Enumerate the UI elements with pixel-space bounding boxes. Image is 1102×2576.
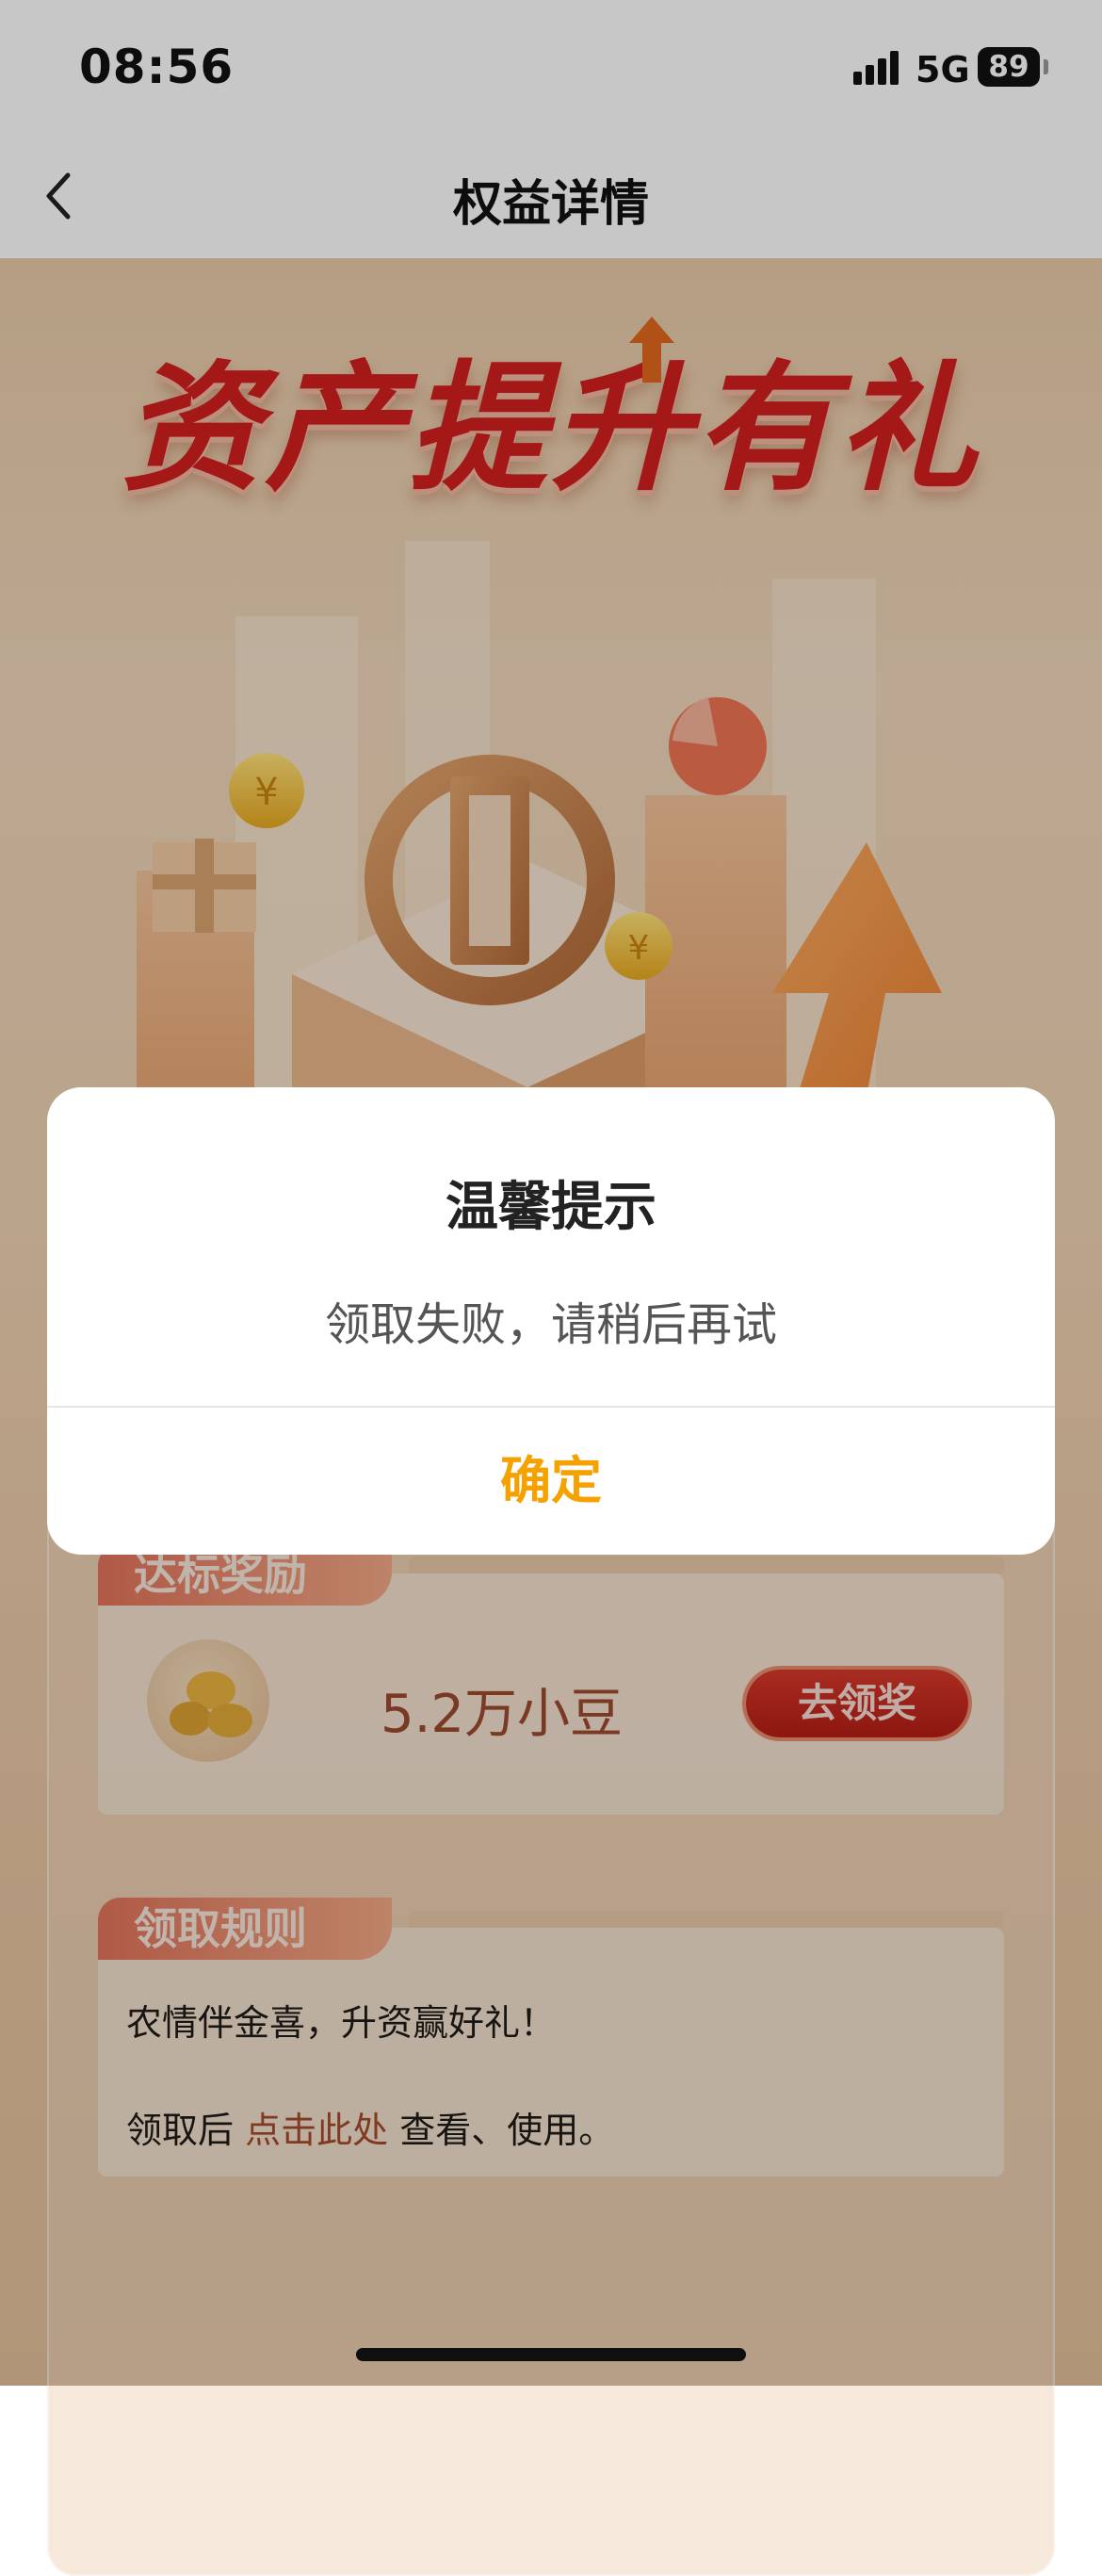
bean-icon xyxy=(147,1639,269,1762)
dialog-message: 领取失败，请稍后再试 xyxy=(324,1298,777,1351)
page-title: 权益详情 xyxy=(452,176,649,233)
rule-line-2: 领取后 点击此处 查看、使用。 xyxy=(126,2101,614,2153)
svg-text:¥: ¥ xyxy=(254,771,278,814)
battery-tip xyxy=(1044,59,1048,74)
panel-strip xyxy=(409,1557,1004,1573)
rule-line-1: 农情伴金喜，升资赢好礼！ xyxy=(126,2002,557,2044)
signal-icon xyxy=(853,51,904,85)
reward-panel: 达标奖励 5.2万小豆 去领奖 xyxy=(98,1543,1004,1815)
home-indicator xyxy=(356,2348,746,2361)
panel-strip xyxy=(409,1911,1004,1928)
rules-tab: 领取规则 xyxy=(98,1898,392,1960)
rules-panel: 领取规则 农情伴金喜，升资赢好礼！ 领取后 点击此处 查看、使用。 xyxy=(98,1898,1004,2177)
confirm-button[interactable]: 确定 xyxy=(47,1408,1055,1555)
nav-bar: 权益详情 xyxy=(0,132,1102,258)
banner-title: 资产提升有礼 xyxy=(122,348,980,510)
rule-line-2-suffix: 查看、使用。 xyxy=(399,2110,615,2151)
svg-text:¥: ¥ xyxy=(628,929,650,968)
click-here-link[interactable]: 点击此处 xyxy=(245,2110,388,2151)
status-time: 08:56 xyxy=(79,40,235,94)
bean-shape xyxy=(170,1671,252,1737)
network-type: 5G xyxy=(916,49,970,90)
alert-dialog: 温馨提示 领取失败，请稍后再试 确定 xyxy=(47,1087,1055,1555)
claim-reward-button[interactable]: 去领奖 xyxy=(746,1670,968,1737)
dialog-title: 温馨提示 xyxy=(446,1177,656,1238)
battery-icon: 89 xyxy=(978,47,1040,87)
rule-line-2-prefix: 领取后 xyxy=(126,2110,235,2151)
reward-amount: 5.2万小豆 xyxy=(381,1684,624,1745)
status-bar: 08:56 5G 89 xyxy=(0,0,1102,132)
arrow-up-icon xyxy=(629,317,674,383)
